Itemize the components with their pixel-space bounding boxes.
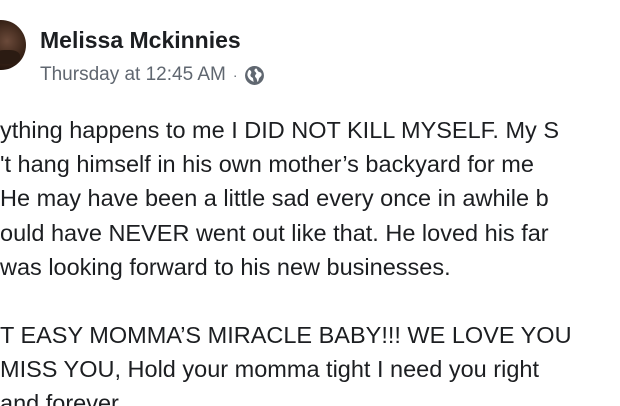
post-text-line: MISS YOU, Hold your momma tight I need y…: [0, 356, 539, 383]
post-text-line: was looking forward to his new businesse…: [0, 253, 451, 280]
post-text-line: T EASY MOMMA’S MIRACLE BABY!!! WE LOVE Y…: [0, 321, 572, 348]
post-text-line: 't hang himself in his own mother’s back…: [0, 151, 534, 178]
meta-separator: ·: [232, 67, 238, 83]
post-meta: Thursday at 12:45 AM ·: [40, 63, 265, 87]
author-name[interactable]: Melissa Mckinnies: [40, 27, 241, 54]
facebook-post: Melissa Mckinnies Thursday at 12:45 AM ·…: [0, 0, 620, 406]
post-text-line: ything happens to me I DID NOT KILL MYSE…: [0, 117, 560, 143]
post-body: ything happens to me I DID NOT KILL MYSE…: [0, 113, 620, 406]
post-text-line: and forever.: [0, 390, 125, 406]
post-text-line: He may have been a little sad every once…: [0, 185, 549, 212]
post-timestamp[interactable]: Thursday at 12:45 AM: [40, 64, 226, 86]
post-text-line: ould have NEVER went out like that. He l…: [0, 219, 549, 246]
globe-icon[interactable]: [244, 65, 265, 86]
avatar[interactable]: [0, 20, 26, 70]
